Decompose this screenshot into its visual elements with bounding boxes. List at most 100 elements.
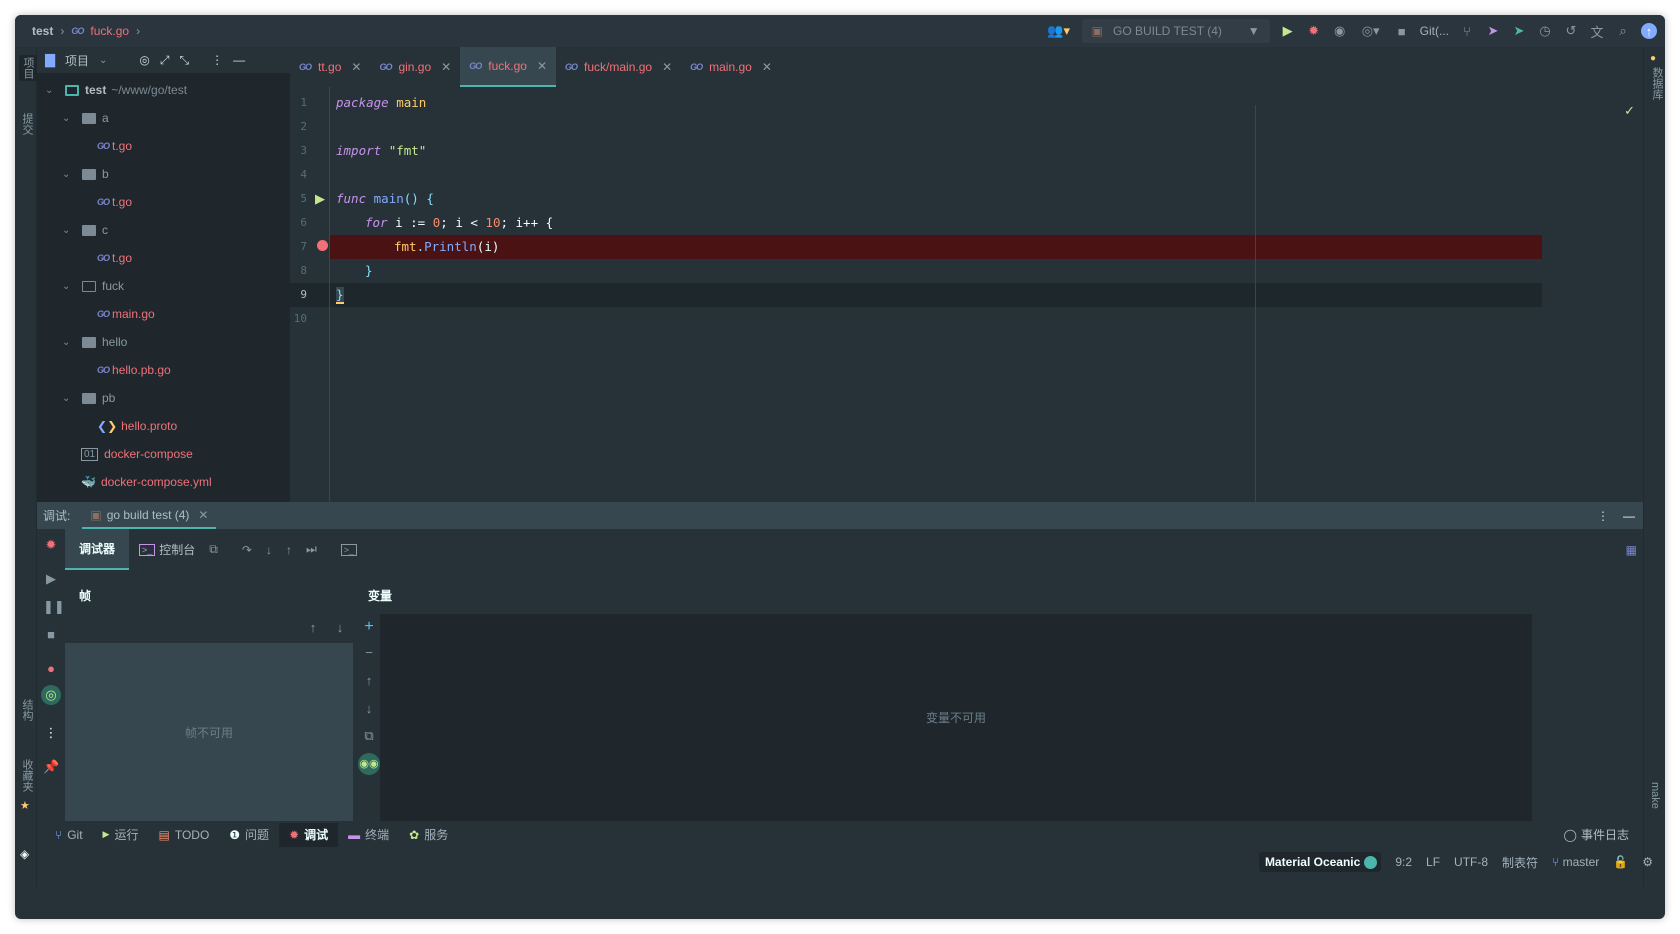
close-icon[interactable]: ✕ [537,59,547,73]
theme-switcher[interactable]: Material Oceanic [1258,852,1382,872]
chevron-down-icon[interactable]: ⌄ [62,281,74,292]
coverage-icon[interactable]: ◉ [1332,23,1348,39]
tool-tab-git[interactable]: ⑂ Git [45,823,93,847]
commit-tool-button[interactable]: 提交 [19,113,35,135]
make-tool-button[interactable]: make [1649,782,1661,809]
chevron-down-icon[interactable]: ⌄ [62,393,74,404]
more-options-icon[interactable]: ⋮ [1597,509,1609,523]
update-icon[interactable]: ↑ [1641,23,1657,39]
run-icon[interactable]: ▶ [1280,23,1296,39]
stop-icon[interactable]: ■ [1394,23,1410,39]
profile-icon[interactable]: ◎▾ [1358,23,1384,39]
move-watch-down-icon[interactable]: ↓ [361,701,377,716]
variables-tree[interactable]: 变量不可用 [380,614,1532,821]
duplicate-watch-icon[interactable]: ⧉ [361,728,377,744]
tree-item-file[interactable]: GO main.go [37,300,290,328]
layout-settings-icon[interactable]: ▦ [1626,543,1637,557]
run-gutter-icon[interactable]: ▶ [315,191,325,207]
chevron-down-icon[interactable]: ⌄ [62,169,74,180]
tree-root[interactable]: ⌄ test ~/www/go/test [37,76,290,104]
resume-icon[interactable]: ▶ [43,571,59,587]
breakpoint-icon[interactable] [317,240,328,251]
close-icon[interactable]: ✕ [762,60,772,74]
previous-frame-icon[interactable]: ↑ [305,620,321,635]
tree-item-file[interactable]: GO t.go [37,244,290,272]
debug-session-tab[interactable]: ▣ go build test (4) ✕ [82,502,217,529]
project-tool-button[interactable]: 项目 [19,55,37,81]
tree-item-file[interactable]: 01 docker-compose [37,440,290,468]
run-to-cursor-icon[interactable]: ⏭ [306,542,317,557]
tree-item-dir[interactable]: ⌄ hello [37,328,290,356]
git-branch-icon[interactable]: ⑂ [1459,23,1475,39]
tree-item-dir[interactable]: ⌄ pb [37,384,290,412]
file-encoding[interactable]: UTF-8 [1454,855,1488,869]
more-actions-icon[interactable]: ⋮ [43,725,59,741]
tool-tab-problems[interactable]: ❶ 问题 [219,823,279,847]
tool-tab-services[interactable]: ✿ 服务 [399,823,458,847]
read-only-lock-icon[interactable]: 🔓 [1613,855,1628,869]
tool-tab-debug[interactable]: ✹ 调试 [279,822,339,847]
code-area[interactable]: package main import "fmt" func main() { … [329,87,1542,505]
tree-item-file[interactable]: GO t.go [37,188,290,216]
tool-tab-run[interactable]: ▶ 运行 [93,823,149,847]
tree-item-file[interactable]: GO hello.pb.go [37,356,290,384]
tab-console[interactable]: 控制台 [159,541,195,558]
move-watch-up-icon[interactable]: ↑ [361,673,377,688]
tab-debugger[interactable]: 调试器 [65,529,130,570]
database-tool-button[interactable]: 数据库 [1649,67,1665,100]
minimize-icon[interactable]: — [233,53,245,67]
tree-item-dir[interactable]: ⌄ fuck [37,272,290,300]
line-separator[interactable]: LF [1426,855,1440,869]
expand-all-icon[interactable]: ⤢ [160,53,170,68]
tree-item-dir[interactable]: ⌄ c [37,216,290,244]
tree-item-file[interactable]: 🐳 docker-compose.yml [37,468,290,496]
restore-layout-icon[interactable]: ⧉ [209,542,218,557]
stop-icon[interactable]: ■ [43,627,59,642]
indent-setting[interactable]: 制表符 [1502,854,1538,871]
breadcrumb-project[interactable]: test [32,24,53,38]
caret-position[interactable]: 9:2 [1395,855,1412,869]
editor-tab[interactable]: GO tt.go ✕ [290,47,370,87]
debug-icon[interactable]: ✹ [1306,23,1322,39]
git-branch-widget[interactable]: ⑂ master [1552,855,1599,869]
git-menu[interactable]: Git(... [1420,24,1449,38]
close-icon[interactable]: ✕ [662,60,672,74]
minimize-icon[interactable]: — [1623,509,1635,523]
step-out-icon[interactable]: ↑ [286,543,292,557]
close-icon[interactable]: ✕ [441,60,451,74]
editor-tab[interactable]: GO fuck/main.go ✕ [556,47,681,87]
history-icon[interactable]: ◷ [1537,23,1553,39]
chevron-down-icon[interactable]: ⌄ [62,337,74,348]
mute-breakpoints-icon[interactable]: ◎ [41,685,61,705]
translate-icon[interactable]: 文 [1589,23,1605,40]
code-editor[interactable]: 1 2 3 4 5 6 7 8 9 10 ▶ package main impo… [290,87,1643,505]
show-watches-icon[interactable]: ◉◉ [358,753,380,775]
new-watch-icon[interactable]: + [361,618,377,636]
chevron-down-icon[interactable]: ⌄ [62,225,74,236]
inspector-settings-icon[interactable]: ⚙ [1642,855,1653,869]
inspection-ok-icon[interactable]: ✓ [1624,103,1635,119]
remove-watch-icon[interactable]: − [361,645,377,660]
frames-list[interactable]: 帧不可用 [65,643,353,821]
step-over-icon[interactable]: ↷ [242,543,252,557]
chevron-down-icon[interactable]: ⌄ [99,55,107,66]
structure-tool-button[interactable]: 结构 [19,699,35,721]
editor-tab-active[interactable]: GO fuck.go ✕ [460,47,556,87]
tree-item-file[interactable]: ❮❯ hello.proto [37,412,290,440]
tool-tab-terminal[interactable]: ▬ 终端 [338,823,399,847]
breadcrumb-file[interactable]: fuck.go [90,24,129,38]
more-options-icon[interactable]: ⋮ [211,53,223,67]
collapse-all-icon[interactable]: ⤡ [180,53,190,68]
locate-icon[interactable]: ◎ [139,53,149,67]
pause-icon[interactable]: ❚❚ [43,599,65,615]
step-into-icon[interactable]: ↓ [266,543,272,557]
view-breakpoints-icon[interactable]: ● [43,661,59,676]
pin-icon[interactable]: 📌 [43,759,59,775]
search-icon[interactable]: ⌕ [1615,23,1631,39]
project-view-select[interactable]: 项目 [65,52,89,69]
chevron-down-icon[interactable]: ⌄ [62,113,74,124]
close-icon[interactable]: ✕ [351,60,361,74]
tree-item-file[interactable]: GO t.go [37,132,290,160]
editor-tab[interactable]: GO main.go ✕ [681,47,781,87]
next-frame-icon[interactable]: ↓ [332,620,348,635]
